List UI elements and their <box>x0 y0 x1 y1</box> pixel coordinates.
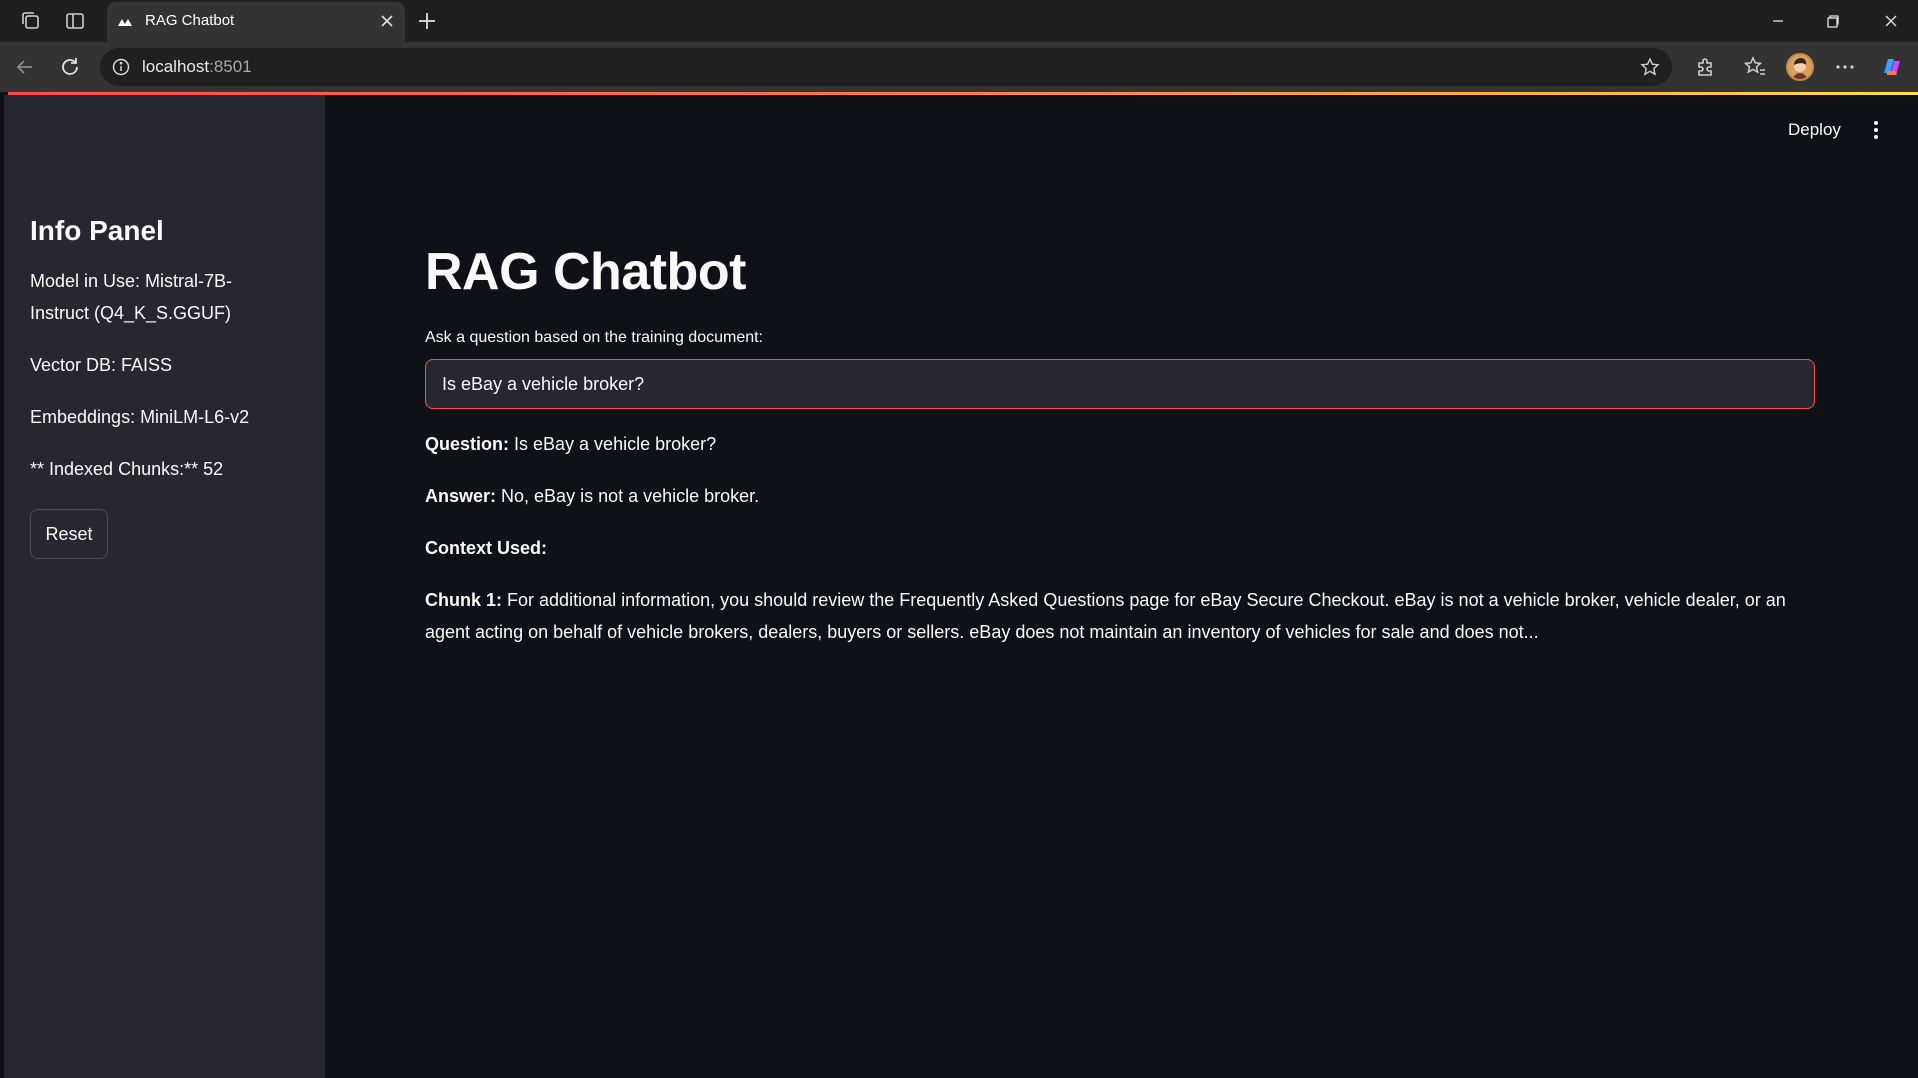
close-tab-icon[interactable] <box>377 11 397 31</box>
answer-line: Answer: No, eBay is not a vehicle broker… <box>425 480 759 512</box>
vertical-tabs-icon[interactable] <box>62 8 88 34</box>
vector-db-info: Vector DB: FAISS <box>30 355 173 375</box>
context-chunk: Chunk 1: For additional information, you… <box>425 584 1815 648</box>
new-tab-icon[interactable] <box>414 8 440 34</box>
browser-tab-bar: RAG Chatbot <box>0 0 1918 42</box>
workspaces-icon[interactable] <box>18 8 44 34</box>
copilot-icon[interactable] <box>1878 53 1906 81</box>
chunk-text: For additional information, you should r… <box>425 590 1786 642</box>
more-options-icon[interactable] <box>1832 54 1858 80</box>
sidebar: Info Panel Model in Use: Mistral-7B-Inst… <box>4 95 325 1078</box>
extensions-icon[interactable] <box>1692 54 1718 80</box>
question-input[interactable] <box>425 359 1815 409</box>
question-label: Question: <box>425 434 509 454</box>
main-menu-icon[interactable] <box>1864 118 1888 142</box>
context-label: Context Used: <box>425 538 548 558</box>
model-info: Model in Use: Mistral-7B-Instruct (Q4_K_… <box>30 271 233 323</box>
close-window-icon[interactable] <box>1878 8 1904 34</box>
indexed-chunks-info: ** Indexed Chunks:** 52 <box>30 459 224 479</box>
active-tab[interactable]: RAG Chatbot <box>107 2 405 42</box>
answer-text: No, eBay is not a vehicle broker. <box>501 486 760 506</box>
question-line: Question: Is eBay a vehicle broker? <box>425 428 716 460</box>
address-bar[interactable]: localhost:8501 <box>100 48 1672 86</box>
favorites-icon[interactable] <box>1742 54 1768 80</box>
reload-icon[interactable] <box>57 54 83 80</box>
chunk-label: Chunk 1: <box>425 590 503 610</box>
page-title: RAG Chatbot <box>425 243 746 301</box>
reset-button[interactable]: Reset <box>30 509 108 559</box>
profile-avatar[interactable] <box>1786 53 1814 81</box>
context-heading: Context Used: <box>425 532 547 564</box>
minimize-icon[interactable] <box>1765 8 1791 34</box>
embeddings-info: Embeddings: MiniLM-L6-v2 <box>30 407 250 427</box>
question-text: Is eBay a vehicle broker? <box>514 434 717 454</box>
streamlit-favicon <box>117 14 133 30</box>
deploy-button[interactable]: Deploy <box>1788 120 1841 140</box>
browser-toolbar: localhost:8501 <box>0 42 1918 92</box>
site-info-icon[interactable] <box>112 58 130 76</box>
tab-title: RAG Chatbot <box>145 12 235 29</box>
favorite-star-icon[interactable] <box>1640 57 1660 77</box>
restore-icon[interactable] <box>1820 8 1846 34</box>
answer-label: Answer: <box>425 486 497 506</box>
question-input-label: Ask a question based on the training doc… <box>425 329 763 346</box>
sidebar-title: Info Panel <box>30 215 164 246</box>
url-text: localhost:8501 <box>142 57 252 76</box>
back-icon[interactable] <box>12 54 38 80</box>
